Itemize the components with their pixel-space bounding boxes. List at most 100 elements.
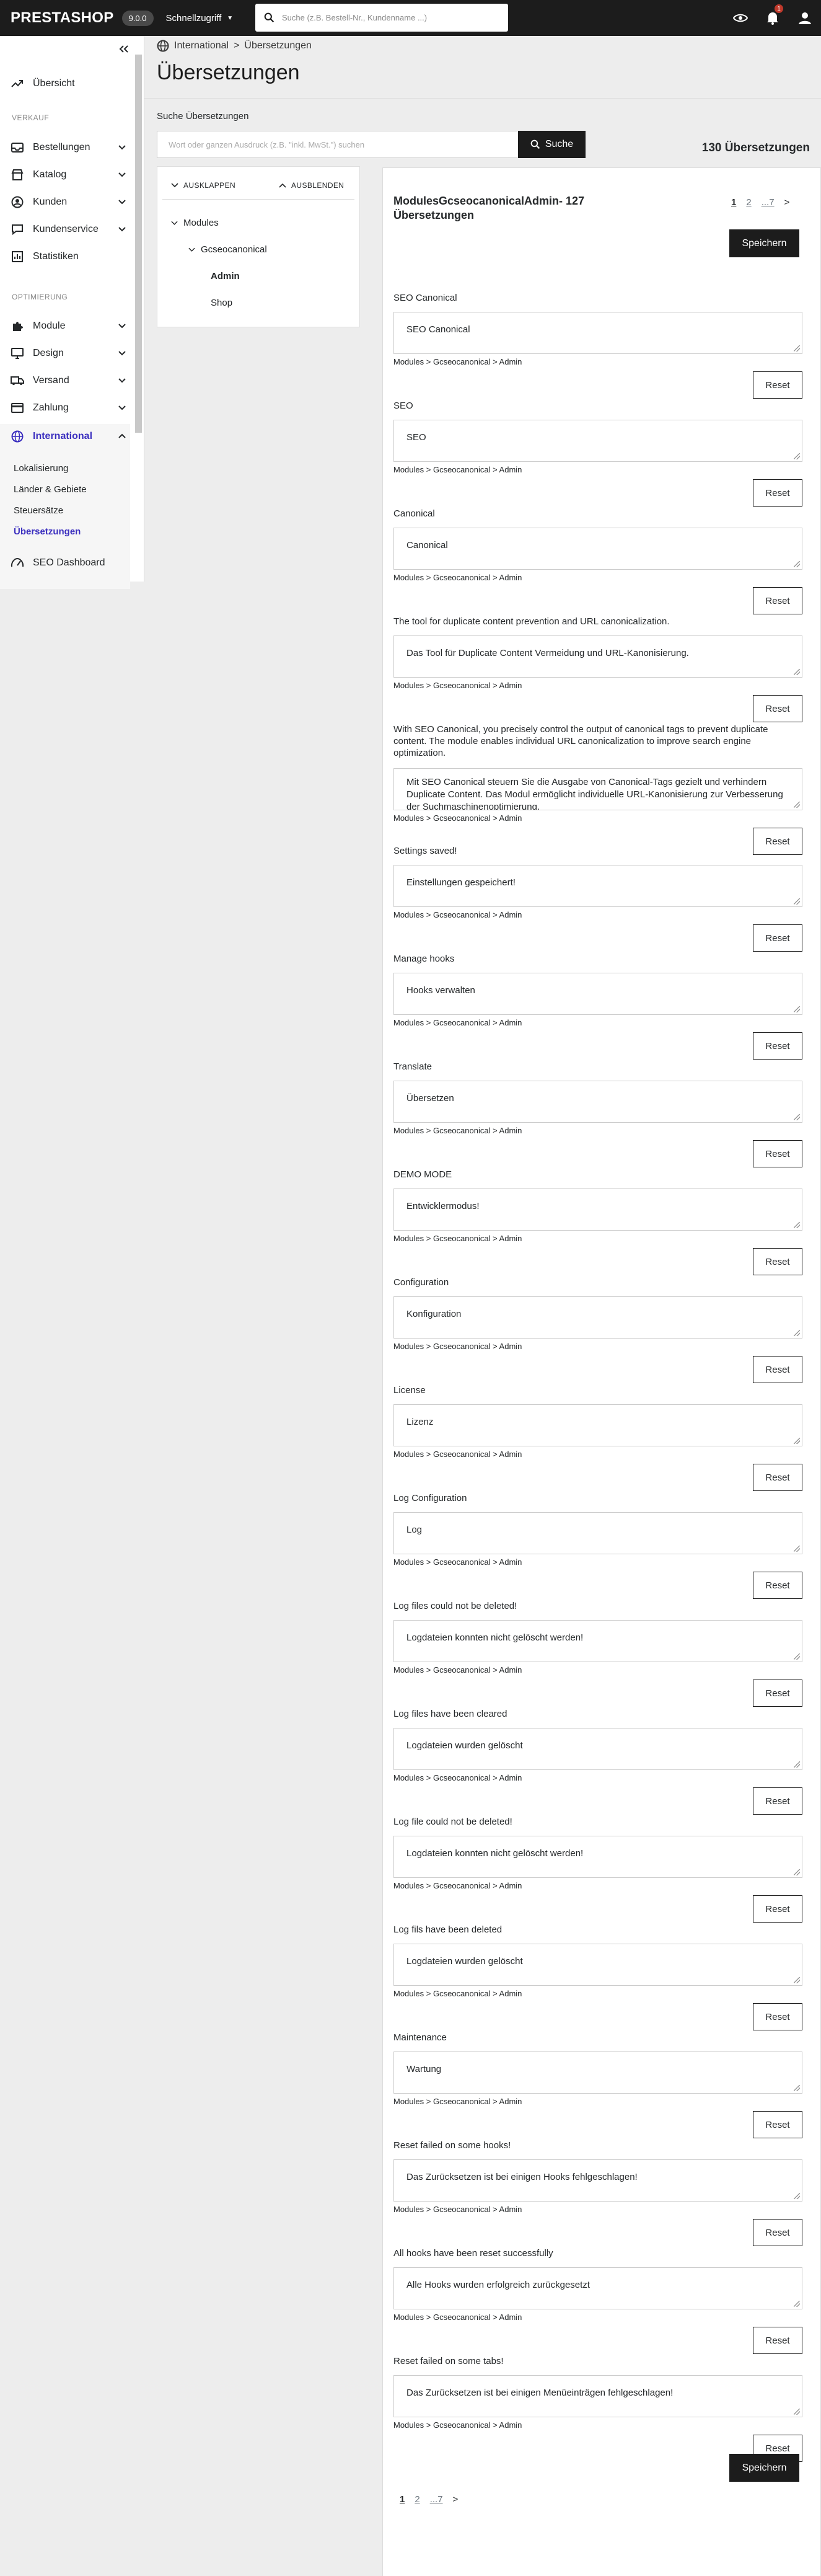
chevron-down-icon	[118, 399, 126, 420]
translation-search-input[interactable]: Wort oder ganzen Ausdruck (z.B. "inkl. M…	[157, 131, 518, 158]
tree-node-modules[interactable]: Modules	[171, 218, 219, 228]
reset-button[interactable]: Reset	[753, 1140, 802, 1167]
sidebar-scrollbar[interactable]	[135, 42, 142, 582]
translation-textarea[interactable]: Hooks verwalten	[393, 973, 802, 1015]
page-2-link[interactable]: 2	[415, 2494, 419, 2505]
save-button-bottom[interactable]: Speichern	[729, 2454, 799, 2482]
nav-customers[interactable]: Kunden	[0, 193, 130, 211]
translation-textarea[interactable]: SEO	[393, 420, 802, 462]
translation-textarea[interactable]: Konfiguration	[393, 1296, 802, 1339]
reset-button[interactable]: Reset	[753, 1248, 802, 1275]
reset-button[interactable]: Reset	[753, 924, 802, 952]
nav-modules[interactable]: Module	[0, 317, 130, 335]
reset-button[interactable]: Reset	[753, 587, 802, 614]
save-button-top[interactable]: Speichern	[729, 229, 799, 257]
reset-button[interactable]: Reset	[753, 1356, 802, 1383]
subnav-translations[interactable]: Übersetzungen	[14, 526, 81, 537]
pagination-top: 1 2 ...7 >	[731, 197, 789, 208]
translation-row: Settings saved! Einstellungen gespeichert…	[393, 845, 802, 952]
translation-textarea[interactable]: Lizenz	[393, 1404, 802, 1446]
translation-textarea[interactable]: Das Zurücksetzen ist bei einigen Hooks f…	[393, 2159, 802, 2202]
reset-button[interactable]: Reset	[753, 1572, 802, 1599]
search-button[interactable]: Suche	[518, 131, 586, 158]
nav-seo-dashboard[interactable]: SEO Dashboard	[0, 554, 130, 572]
nav-international[interactable]: International	[0, 427, 130, 446]
page-1-link[interactable]: 1	[731, 197, 736, 208]
prestashop-logo[interactable]: PRESTASHOP	[11, 9, 114, 27]
page-last-link[interactable]: ...7	[762, 197, 775, 208]
next-page-icon[interactable]: >	[453, 2494, 459, 2505]
translation-row: SEO Canonical SEO Canonical Modules > Gcse…	[393, 292, 802, 399]
panel-title: ModulesGcseocanonicalAdmin- 127 Übersetz…	[393, 195, 585, 221]
translation-value: Einstellungen gespeichert!	[406, 877, 516, 888]
tree-node-admin[interactable]: Admin	[211, 271, 240, 281]
translation-row: With SEO Canonical, you precisely contro…	[393, 724, 802, 855]
nav-orders[interactable]: Bestellungen	[0, 138, 130, 157]
reset-button[interactable]: Reset	[753, 695, 802, 722]
nav-customer-service[interactable]: Kundenservice	[0, 220, 130, 239]
globe-icon	[11, 430, 24, 443]
translation-textarea[interactable]: Logdateien wurden gelöscht	[393, 1944, 802, 1986]
nav-overview[interactable]: Übersicht	[0, 74, 130, 93]
reset-button[interactable]: Reset	[753, 479, 802, 507]
translation-textarea[interactable]: Das Tool für Duplicate Content Vermeidun…	[393, 635, 802, 678]
quick-access-button[interactable]: Schnellzugriff ▼	[166, 13, 234, 24]
nav-catalog[interactable]: Katalog	[0, 166, 130, 184]
collapse-sidebar-button[interactable]	[119, 45, 130, 56]
translation-textarea[interactable]: Übersetzen	[393, 1081, 802, 1123]
nav-statistics[interactable]: Statistiken	[0, 247, 130, 266]
page-1-link[interactable]: 1	[400, 2494, 405, 2505]
translation-row: Log Configuration Log Modules > Gcseocanon…	[393, 1492, 802, 1599]
reset-button[interactable]: Reset	[753, 1895, 802, 1923]
reset-button[interactable]: Reset	[753, 2327, 802, 2354]
nav-payment[interactable]: Zahlung	[0, 399, 130, 417]
sidebar: Übersicht VERKAUF Bestellungen Katalog K…	[0, 36, 144, 589]
tree-node-shop[interactable]: Shop	[211, 298, 232, 308]
header-divider	[144, 98, 821, 99]
reset-button[interactable]: Reset	[753, 2003, 802, 2030]
translation-textarea[interactable]: Logdateien konnten nicht gelöscht werden…	[393, 1620, 802, 1662]
translation-textarea[interactable]: Das Zurücksetzen ist bei einigen Menüein…	[393, 2375, 802, 2417]
source-text: Canonical	[393, 508, 435, 519]
translation-path: Modules > Gcseocanonical > Admin	[393, 1342, 522, 1351]
reset-button[interactable]: Reset	[753, 1787, 802, 1815]
translation-textarea[interactable]: Einstellungen gespeichert!	[393, 865, 802, 907]
breadcrumb-parent[interactable]: International	[174, 40, 229, 51]
nav-shipping[interactable]: Versand	[0, 371, 130, 390]
translation-textarea[interactable]: Logdateien wurden gelöscht	[393, 1728, 802, 1770]
translation-row: SEO SEO Modules > Gcseocanonical > Admin Re…	[393, 400, 802, 507]
subnav-localization[interactable]: Lokalisierung	[14, 463, 68, 474]
translation-textarea[interactable]: Log	[393, 1512, 802, 1554]
subnav-countries-zones[interactable]: Länder & Gebiete	[14, 484, 87, 495]
source-text: Reset failed on some tabs!	[393, 2356, 504, 2366]
user-menu-button[interactable]	[789, 0, 821, 36]
reset-button[interactable]: Reset	[753, 2219, 802, 2246]
translation-textarea[interactable]: Canonical	[393, 528, 802, 570]
reset-button[interactable]: Reset	[753, 2111, 802, 2138]
collapse-all-button[interactable]: AUSBLENDEN	[279, 181, 344, 190]
page-2-link[interactable]: 2	[746, 197, 751, 208]
reset-button[interactable]: Reset	[753, 1680, 802, 1707]
chevron-down-icon	[118, 317, 126, 339]
notifications-button[interactable]: 1	[757, 0, 789, 36]
translation-textarea[interactable]: Wartung	[393, 2052, 802, 2094]
tree-node-gcseocanonical[interactable]: Gcseocanonical	[188, 244, 267, 255]
page-last-link[interactable]: ...7	[430, 2494, 443, 2505]
chevron-right-icon: >	[234, 40, 240, 51]
translation-textarea[interactable]: SEO Canonical	[393, 312, 802, 354]
reset-button[interactable]: Reset	[753, 1464, 802, 1491]
reset-button[interactable]: Reset	[753, 1032, 802, 1060]
translation-textarea[interactable]: Alle Hooks wurden erfolgreich zurückgese…	[393, 2267, 802, 2309]
view-shop-button[interactable]	[724, 0, 757, 36]
reset-button[interactable]: Reset	[753, 371, 802, 399]
nav-design[interactable]: Design	[0, 344, 130, 363]
next-page-icon[interactable]: >	[784, 197, 790, 208]
subnav-taxes[interactable]: Steuersätze	[14, 505, 63, 516]
global-search-input[interactable]: Suche (z.B. Bestell-Nr., Kundenname ...)	[255, 4, 508, 32]
translation-textarea[interactable]: Entwicklermodus!	[393, 1188, 802, 1231]
translation-textarea[interactable]: Mit SEO Canonical steuern Sie die Ausgab…	[393, 768, 802, 810]
user-icon	[799, 12, 811, 24]
translation-path: Modules > Gcseocanonical > Admin	[393, 357, 522, 366]
expand-all-button[interactable]: AUSKLAPPEN	[171, 181, 235, 190]
translation-textarea[interactable]: Logdateien konnten nicht gelöscht werden…	[393, 1836, 802, 1878]
